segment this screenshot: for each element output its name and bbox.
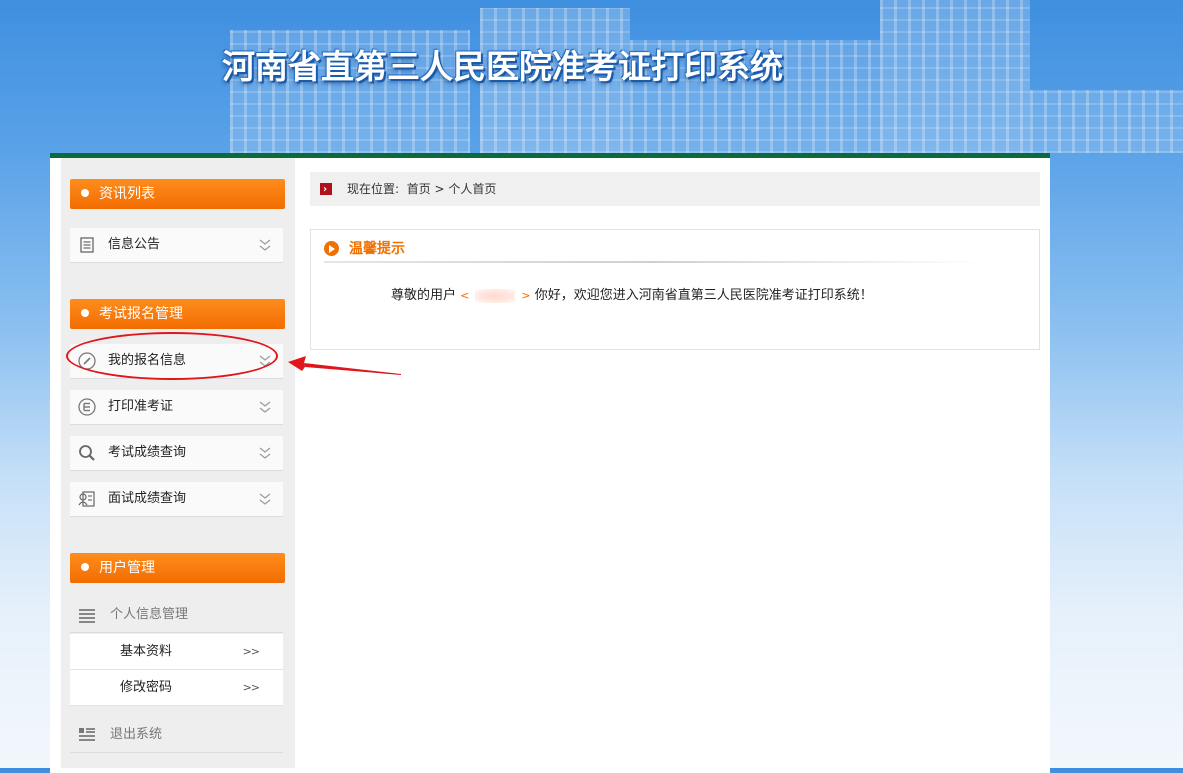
sidebar-item-label: 信息公告 [108, 237, 161, 252]
submenu-change-password[interactable]: 修改密码 >> [70, 670, 283, 706]
notice-title: 温馨提示 [324, 237, 405, 261]
chevron-down-icon [259, 401, 271, 413]
sidebar-item-personal-info[interactable]: 个人信息管理 [70, 598, 283, 633]
printer-circle-icon [78, 398, 96, 416]
breadcrumb-current: 个人首页 [448, 182, 497, 196]
sidebar-item-label: 退出系统 [110, 727, 163, 742]
breadcrumb-separator: > [434, 182, 445, 196]
masked-username [475, 288, 516, 303]
chevron-down-icon [259, 447, 271, 459]
sidebar-item-announcements[interactable]: 信息公告 [70, 228, 283, 263]
chevron-down-icon [259, 239, 271, 251]
notice-divider [324, 261, 984, 263]
submenu-label: 修改密码 [120, 680, 173, 695]
bullet-icon [81, 563, 89, 571]
sidebar-item-label: 打印准考证 [108, 399, 174, 414]
sidebar-item-exam-score[interactable]: 考试成绩查询 [70, 436, 283, 471]
list-lines-icon [79, 609, 95, 623]
bullet-icon [81, 309, 89, 317]
bullet-icon [81, 189, 89, 197]
group-header-user-management: 用户管理 [70, 553, 285, 583]
main-panel: 资讯列表 信息公告 考试报名管理 我的报名信息 打印准考证 考试成绩查询 面试成… [50, 153, 1050, 773]
sidebar-item-label: 面试成绩查询 [108, 491, 187, 506]
document-list-icon [80, 237, 94, 253]
play-circle-icon [324, 240, 339, 256]
sidebar-item-label: 我的报名信息 [108, 353, 187, 368]
submenu-label: 基本资料 [120, 644, 173, 659]
submenu-basic-profile[interactable]: 基本资料 >> [70, 634, 283, 670]
group-header-news: 资讯列表 [70, 179, 285, 209]
site-title: 河南省直第三人民医院准考证打印系统 [222, 47, 783, 86]
exit-list-icon [79, 728, 95, 741]
breadcrumb-arrow-icon: › [320, 183, 332, 195]
sidebar-item-interview-score[interactable]: 面试成绩查询 [70, 482, 283, 517]
breadcrumb: › 现在位置: 首页 > 个人首页 [310, 172, 1040, 206]
person-document-icon [78, 491, 95, 507]
sidebar-item-label: 考试成绩查询 [108, 445, 187, 460]
welcome-message: 尊敬的用户 < > 你好，欢迎您进入河南省直第三人民医院准考证打印系统！ [391, 288, 873, 303]
breadcrumb-home-link[interactable]: 首页 [407, 182, 431, 196]
notice-box: 温馨提示 尊敬的用户 < > 你好，欢迎您进入河南省直第三人民医院准考证打印系统！ [310, 229, 1040, 350]
search-icon [79, 445, 95, 461]
breadcrumb-prefix: 现在位置: [347, 182, 400, 196]
double-chevron-right-icon: >> [242, 645, 260, 658]
group-header-exam-registration: 考试报名管理 [70, 299, 285, 329]
sidebar-item-logout[interactable]: 退出系统 [70, 718, 283, 753]
double-chevron-right-icon: >> [242, 681, 260, 694]
sidebar-item-label: 个人信息管理 [110, 607, 189, 622]
chevron-down-icon [259, 493, 271, 505]
sidebar-item-my-registration[interactable]: 我的报名信息 [70, 344, 283, 379]
pencil-edit-icon [78, 352, 96, 370]
sidebar-item-print-admission[interactable]: 打印准考证 [70, 390, 283, 425]
chevron-down-icon [259, 355, 271, 367]
sidebar: 资讯列表 信息公告 考试报名管理 我的报名信息 打印准考证 考试成绩查询 面试成… [61, 158, 295, 768]
